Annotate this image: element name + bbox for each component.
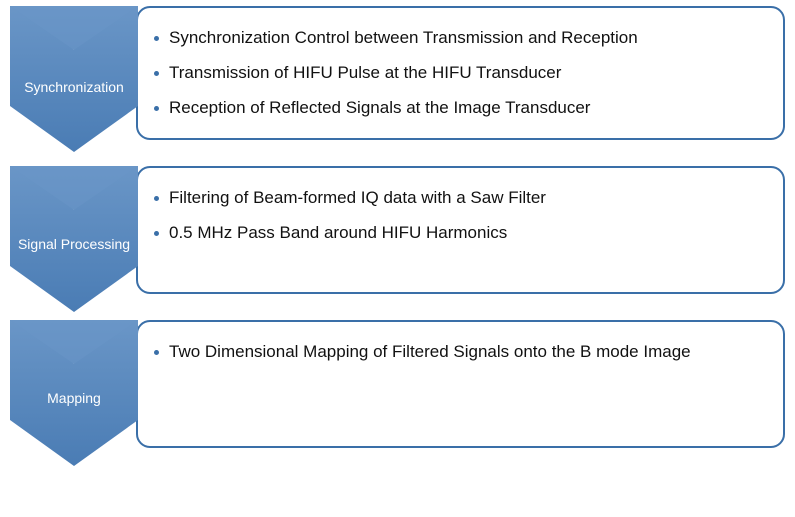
bullet-icon	[154, 350, 159, 355]
step-label-signal-processing: Signal Processing	[10, 236, 138, 252]
step-label-mapping: Mapping	[10, 390, 138, 406]
bullet-item: Reception of Reflected Signals at the Im…	[154, 94, 767, 121]
content-box-mapping: Two Dimensional Mapping of Filtered Sign…	[136, 320, 785, 448]
chevron-signal-processing: Signal Processing	[10, 166, 138, 294]
bullet-icon	[154, 71, 159, 76]
step-synchronization: Synchronization Synchronization Control …	[10, 6, 785, 140]
bullet-icon	[154, 106, 159, 111]
bullet-item: Two Dimensional Mapping of Filtered Sign…	[154, 338, 767, 365]
bullet-text: Transmission of HIFU Pulse at the HIFU T…	[169, 59, 561, 86]
bullet-icon	[154, 196, 159, 201]
bullet-item: Synchronization Control between Transmis…	[154, 24, 767, 51]
bullet-item: 0.5 MHz Pass Band around HIFU Harmonics	[154, 219, 767, 246]
chevron-mapping: Mapping	[10, 320, 138, 448]
content-box-signal-processing: Filtering of Beam-formed IQ data with a …	[136, 166, 785, 294]
process-diagram: Synchronization Synchronization Control …	[0, 0, 795, 448]
step-signal-processing: Signal Processing Filtering of Beam-form…	[10, 166, 785, 294]
bullet-item: Filtering of Beam-formed IQ data with a …	[154, 184, 767, 211]
bullet-text: Filtering of Beam-formed IQ data with a …	[169, 184, 546, 211]
bullet-text: Reception of Reflected Signals at the Im…	[169, 94, 590, 121]
bullet-icon	[154, 36, 159, 41]
content-box-synchronization: Synchronization Control between Transmis…	[136, 6, 785, 140]
bullet-text: 0.5 MHz Pass Band around HIFU Harmonics	[169, 219, 507, 246]
step-label-synchronization: Synchronization	[10, 79, 138, 95]
bullet-item: Transmission of HIFU Pulse at the HIFU T…	[154, 59, 767, 86]
bullet-text: Synchronization Control between Transmis…	[169, 24, 638, 51]
step-mapping: Mapping Two Dimensional Mapping of Filte…	[10, 320, 785, 448]
chevron-synchronization: Synchronization	[10, 6, 138, 140]
bullet-text: Two Dimensional Mapping of Filtered Sign…	[169, 338, 691, 365]
bullet-icon	[154, 231, 159, 236]
